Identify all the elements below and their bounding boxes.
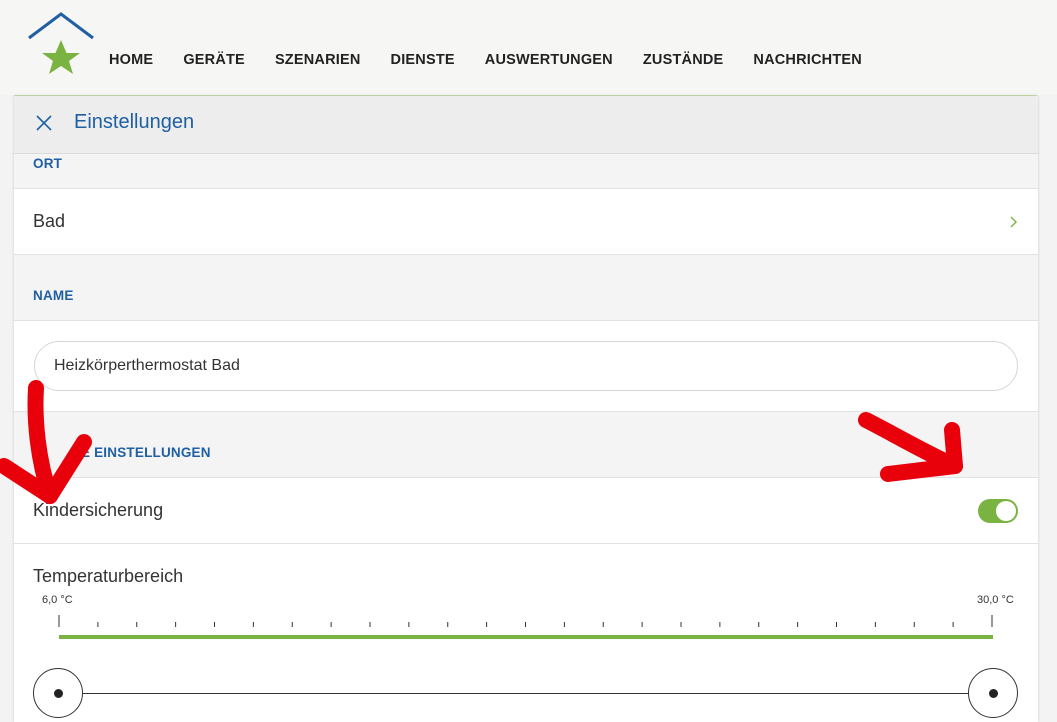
- temperature-ticks: [58, 615, 993, 627]
- nav-home[interactable]: HOME: [109, 52, 153, 68]
- panel-header: Einstellungen: [14, 96, 1038, 154]
- house-star-logo-icon[interactable]: [26, 10, 98, 78]
- settings-panel: Einstellungen ORT Bad NAME RE EINSTELLUN…: [14, 96, 1038, 722]
- main-nav: HOME GERÄTE SZENARIEN DIENSTE AUSWERTUNG…: [109, 52, 892, 68]
- ort-row[interactable]: Bad: [14, 188, 1038, 255]
- child-lock-row: Kindersicherung: [14, 477, 1038, 544]
- child-lock-toggle[interactable]: [978, 499, 1018, 523]
- slider-handle-min[interactable]: [33, 668, 83, 718]
- child-lock-label: Kindersicherung: [33, 500, 164, 520]
- name-input[interactable]: [34, 341, 1018, 391]
- name-row: [14, 320, 1038, 412]
- ort-value: Bad: [33, 211, 66, 231]
- panel-title: Einstellungen: [74, 111, 195, 133]
- slider-track[interactable]: [58, 693, 993, 694]
- chevron-right-icon: [1010, 216, 1017, 228]
- temperature-range-bar: [59, 635, 993, 639]
- section-label-weitere: RE EINSTELLUNGEN: [71, 445, 211, 460]
- top-bar: HOME GERÄTE SZENARIEN DIENSTE AUSWERTUNG…: [0, 0, 1057, 95]
- temperature-label: Temperaturbereich: [33, 566, 184, 586]
- nav-nachrichten[interactable]: NACHRICHTEN: [753, 52, 862, 68]
- section-label-name: NAME: [33, 288, 74, 303]
- close-icon[interactable]: [34, 113, 54, 133]
- nav-auswertungen[interactable]: AUSWERTUNGEN: [485, 52, 613, 68]
- section-label-ort: ORT: [33, 156, 63, 171]
- nav-geraete[interactable]: GERÄTE: [183, 52, 245, 68]
- temperature-max-label: 30,0 °C: [977, 594, 1014, 606]
- toggle-knob: [996, 501, 1016, 521]
- nav-zustaende[interactable]: ZUSTÄNDE: [643, 52, 724, 68]
- nav-szenarien[interactable]: SZENARIEN: [275, 52, 361, 68]
- temperature-min-label: 6,0 °C: [42, 594, 73, 606]
- slider-handle-max[interactable]: [968, 668, 1018, 718]
- nav-dienste[interactable]: DIENSTE: [391, 52, 455, 68]
